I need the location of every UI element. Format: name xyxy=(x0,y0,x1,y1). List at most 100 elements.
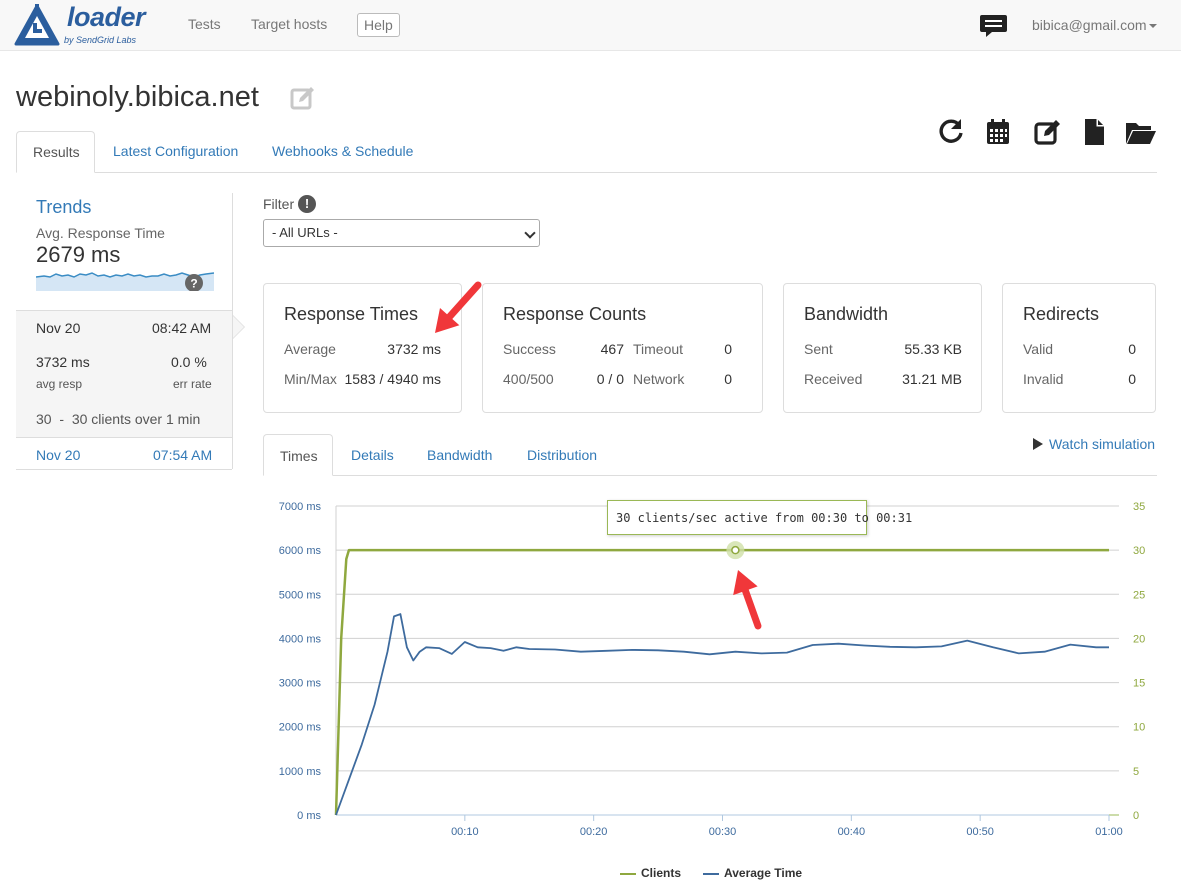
clients-series-line xyxy=(334,548,1109,816)
y-left-tick-label: 0 ms xyxy=(297,810,321,822)
legend-clients-swatch xyxy=(620,872,636,875)
minmax-value: 1583 / 4940 ms xyxy=(344,371,441,387)
success-label: Success xyxy=(503,341,556,357)
legend-average-time[interactable]: Average Time xyxy=(703,866,802,880)
x-tick-label: 00:10 xyxy=(451,826,479,838)
nav-tests[interactable]: Tests xyxy=(188,16,221,32)
card-redirects: Redirects Valid 0 Invalid 0 xyxy=(1002,283,1156,413)
y-left-tick-label: 6000 ms xyxy=(279,545,322,557)
http-error-value: 0 / 0 xyxy=(596,371,624,387)
trends-metric-label: Avg. Response Time xyxy=(36,225,165,241)
card-bandwidth: Bandwidth Sent 55.33 KB Received 31.21 M… xyxy=(783,283,982,413)
refresh-icon[interactable] xyxy=(937,118,965,146)
chat-icon[interactable] xyxy=(980,14,1007,38)
logo[interactable]: loader by SendGrid Labs xyxy=(14,2,154,48)
timeout-value: 0 xyxy=(724,341,732,357)
edit-icon[interactable] xyxy=(1034,118,1062,146)
annotation-arrow-tooltip-head xyxy=(733,570,758,596)
top-navbar: loader by SendGrid Labs Tests Target hos… xyxy=(0,0,1181,51)
y-right-tick-label: 30 xyxy=(1133,545,1145,557)
y-left-tick-label: 5000 ms xyxy=(279,589,322,601)
watch-simulation-link[interactable]: Watch simulation xyxy=(1033,436,1155,452)
trends-metric-value: 2679 ms xyxy=(36,242,121,267)
minmax-label: Min/Max xyxy=(284,371,337,387)
invalid-value: 0 xyxy=(1128,371,1136,387)
y-left-tick-label: 1000 ms xyxy=(279,766,322,778)
trend-sparkline: ? xyxy=(36,272,214,291)
subtab-distribution[interactable]: Distribution xyxy=(511,434,613,476)
y-right-tick-label: 15 xyxy=(1133,678,1145,690)
card-title: Bandwidth xyxy=(804,304,889,324)
y-right-tick-label: 10 xyxy=(1133,722,1145,734)
run-duration-unit: min xyxy=(177,411,201,427)
run-clients-from: 30 xyxy=(36,411,52,427)
subtab-details[interactable]: Details xyxy=(335,434,410,476)
calendar-icon[interactable] xyxy=(984,118,1012,146)
y-left-tick-label: 7000 ms xyxy=(279,501,322,513)
legend-average-time-label: Average Time xyxy=(724,866,803,880)
trend-help-icon[interactable]: ? xyxy=(190,277,197,291)
http-error-label: 400/500 xyxy=(503,371,554,387)
average-value: 3732 ms xyxy=(387,341,441,357)
invalid-label: Invalid xyxy=(1023,371,1064,387)
y-left-tick-label: 3000 ms xyxy=(279,678,322,690)
y-left-tick-label: 2000 ms xyxy=(279,722,322,734)
timeout-label: Timeout xyxy=(633,341,684,357)
legend-average-time-swatch xyxy=(703,872,719,875)
x-tick-label: 00:40 xyxy=(838,826,866,838)
hover-marker xyxy=(731,545,740,555)
run-avg-resp: 3732 ms xyxy=(36,354,90,370)
x-tick-label: 00:50 xyxy=(966,826,994,838)
trends-title[interactable]: Trends xyxy=(36,197,91,218)
nav-help-button[interactable]: Help xyxy=(357,13,400,37)
edit-title-icon[interactable] xyxy=(290,85,316,111)
brand-name: loader xyxy=(67,2,146,32)
chevron-down-icon xyxy=(524,227,536,239)
run-pointer xyxy=(232,315,244,339)
x-tick-label: 00:20 xyxy=(580,826,608,838)
received-value: 31.21 MB xyxy=(902,371,962,387)
run-date: Nov 20 xyxy=(36,320,81,336)
subtab-bandwidth[interactable]: Bandwidth xyxy=(411,434,508,476)
run-2-time[interactable]: 07:54 AM xyxy=(153,447,212,463)
run-2-date[interactable]: Nov 20 xyxy=(36,447,80,463)
network-label: Network xyxy=(633,371,685,387)
valid-label: Valid xyxy=(1023,341,1054,357)
tab-webhooks-schedule[interactable]: Webhooks & Schedule xyxy=(256,131,429,173)
average-time-series-line xyxy=(335,613,1109,816)
info-icon[interactable]: ! xyxy=(298,195,316,213)
play-icon xyxy=(1033,438,1043,450)
url-filter-select[interactable]: - All URLs - xyxy=(263,219,540,247)
hover-marker-halo xyxy=(726,541,745,560)
run-avg-resp-label: avg resp xyxy=(36,377,83,391)
run-item-selected[interactable]: Nov 20 08:42 AM 3732 ms 0.0 % avg resp e… xyxy=(16,310,232,438)
y-left-tick-label: 4000 ms xyxy=(279,633,322,645)
tab-results[interactable]: Results xyxy=(16,131,95,173)
card-response-times: Response Times Average 3732 ms Min/Max 1… xyxy=(263,283,462,413)
tab-latest-configuration[interactable]: Latest Configuration xyxy=(97,131,254,173)
legend-clients-label: Clients xyxy=(641,866,682,880)
x-tick-label: 00:30 xyxy=(709,826,737,838)
watch-simulation-label: Watch simulation xyxy=(1049,436,1156,452)
user-email: bibica@gmail.com xyxy=(1032,17,1147,33)
nav-target-hosts[interactable]: Target hosts xyxy=(251,16,327,32)
annotation-arrow-tooltip-shaft xyxy=(741,587,762,630)
success-value: 467 xyxy=(600,341,624,357)
received-label: Received xyxy=(804,371,863,387)
run-time: 08:42 AM xyxy=(152,320,212,336)
page-title: webinoly.bibica.net xyxy=(16,81,259,113)
run-clients-text: clients over xyxy=(91,411,163,427)
y-right-tick-label: 0 xyxy=(1133,810,1139,822)
card-title: Response Times xyxy=(284,304,419,324)
sent-label: Sent xyxy=(804,341,833,357)
user-menu[interactable]: bibica@gmail.com xyxy=(1032,17,1157,33)
caret-down-icon xyxy=(1148,24,1157,29)
folder-open-icon[interactable] xyxy=(1125,118,1157,146)
document-icon[interactable] xyxy=(1080,118,1108,146)
legend-clients[interactable]: Clients xyxy=(620,866,681,880)
run-clients-to: 30 xyxy=(71,411,88,427)
loader-logo-icon xyxy=(14,4,60,46)
runs-divider xyxy=(16,469,232,470)
subtab-times[interactable]: Times xyxy=(263,434,333,476)
y-right-tick-label: 35 xyxy=(1133,501,1145,513)
